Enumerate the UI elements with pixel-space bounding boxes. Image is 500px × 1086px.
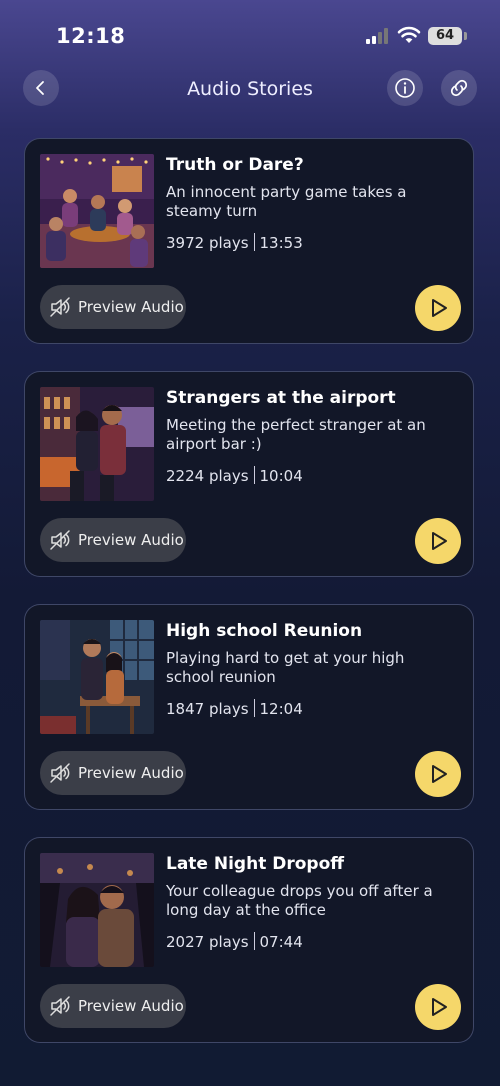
speaker-muted-icon bbox=[50, 996, 70, 1016]
meta-divider bbox=[253, 699, 255, 717]
speaker-muted-icon bbox=[50, 297, 70, 317]
preview-audio-label: Preview Audio bbox=[78, 764, 184, 782]
speaker-muted-icon bbox=[50, 530, 70, 550]
meta-divider bbox=[253, 466, 255, 484]
story-thumbnail bbox=[40, 154, 154, 268]
nav-bar: Audio Stories bbox=[0, 70, 500, 110]
play-button[interactable] bbox=[415, 285, 461, 331]
info-button[interactable] bbox=[387, 70, 423, 106]
preview-audio-label: Preview Audio bbox=[78, 531, 184, 549]
story-description: Your colleague drops you off after a lon… bbox=[166, 882, 433, 919]
story-duration: 12:04 bbox=[259, 700, 303, 718]
story-description: An innocent party game takes a steamy tu… bbox=[166, 183, 407, 220]
preview-audio-button[interactable]: Preview Audio bbox=[40, 285, 186, 329]
meta-divider bbox=[253, 233, 255, 251]
preview-audio-label: Preview Audio bbox=[78, 997, 184, 1015]
story-plays: 3972 plays bbox=[166, 234, 249, 252]
battery-tip bbox=[464, 32, 467, 40]
story-title: High school Reunion bbox=[166, 621, 363, 641]
link-icon bbox=[450, 79, 468, 97]
status-time: 12:18 bbox=[56, 24, 126, 48]
link-button[interactable] bbox=[441, 70, 477, 106]
play-button[interactable] bbox=[415, 984, 461, 1030]
story-description: Playing hard to get at your high school … bbox=[166, 649, 405, 686]
play-button[interactable] bbox=[415, 751, 461, 797]
preview-audio-button[interactable]: Preview Audio bbox=[40, 751, 186, 795]
story-meta: 2027 plays 07:44 bbox=[166, 932, 303, 951]
story-duration: 13:53 bbox=[259, 234, 303, 252]
play-icon bbox=[432, 998, 447, 1016]
preview-audio-button[interactable]: Preview Audio bbox=[40, 984, 186, 1028]
story-thumbnail bbox=[40, 853, 154, 967]
play-icon bbox=[432, 299, 447, 317]
story-thumbnail bbox=[40, 387, 154, 501]
story-plays: 2027 plays bbox=[166, 933, 249, 951]
story-duration: 10:04 bbox=[259, 467, 303, 485]
story-card[interactable]: High school Reunion Playing hard to get … bbox=[24, 604, 474, 810]
story-plays: 1847 plays bbox=[166, 700, 249, 718]
status-bar: 12:18 64 bbox=[0, 0, 500, 70]
battery-indicator: 64 bbox=[428, 27, 462, 45]
play-icon bbox=[432, 532, 447, 550]
story-meta: 1847 plays 12:04 bbox=[166, 699, 303, 718]
cellular-signal-icon bbox=[366, 28, 388, 44]
story-card[interactable]: Strangers at the airport Meeting the per… bbox=[24, 371, 474, 577]
info-icon bbox=[395, 78, 415, 98]
play-icon bbox=[432, 765, 447, 783]
story-duration: 07:44 bbox=[259, 933, 303, 951]
preview-audio-label: Preview Audio bbox=[78, 298, 184, 316]
story-plays: 2224 plays bbox=[166, 467, 249, 485]
story-meta: 3972 plays 13:53 bbox=[166, 233, 303, 252]
story-card[interactable]: Truth or Dare? An innocent party game ta… bbox=[24, 138, 474, 344]
story-title: Truth or Dare? bbox=[166, 155, 304, 175]
preview-audio-button[interactable]: Preview Audio bbox=[40, 518, 186, 562]
story-thumbnail bbox=[40, 620, 154, 734]
story-description: Meeting the perfect stranger at an airpo… bbox=[166, 416, 426, 453]
story-meta: 2224 plays 10:04 bbox=[166, 466, 303, 485]
story-card[interactable]: Late Night Dropoff Your colleague drops … bbox=[24, 837, 474, 1043]
speaker-muted-icon bbox=[50, 763, 70, 783]
story-title: Strangers at the airport bbox=[166, 388, 396, 408]
play-button[interactable] bbox=[415, 518, 461, 564]
page-title: Audio Stories bbox=[187, 78, 313, 100]
meta-divider bbox=[253, 932, 255, 950]
story-title: Late Night Dropoff bbox=[166, 854, 345, 874]
wifi-icon bbox=[397, 26, 421, 43]
